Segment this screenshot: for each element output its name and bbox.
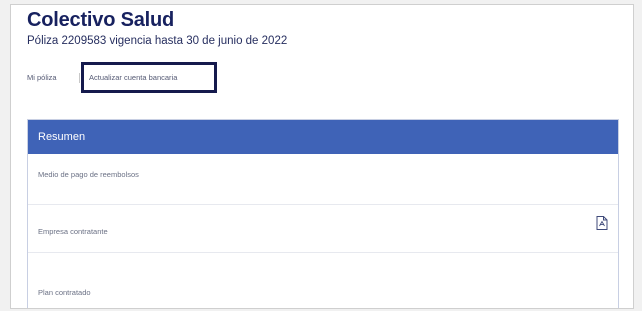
summary-row-label-empresa: Empresa contratante (38, 227, 108, 236)
document-icon[interactable] (596, 216, 608, 230)
summary-card: Resumen Medio de pago de reembolsos Empr… (27, 119, 619, 308)
row-divider (28, 204, 618, 205)
page-title: Colectivo Salud (27, 9, 175, 31)
summary-row-label-medio-de-pago: Medio de pago de reembolsos (38, 170, 139, 179)
highlight-annotation-box (81, 62, 217, 93)
policy-page: Colectivo Salud Póliza 2209583 vigencia … (10, 4, 634, 309)
nav-separator (79, 73, 80, 83)
summary-row-label-plan: Plan contratado (38, 288, 91, 297)
policy-subtitle: Póliza 2209583 vigencia hasta 30 de juni… (27, 35, 288, 47)
nav-item-mi-poliza[interactable]: Mi póliza (27, 73, 57, 82)
summary-card-header: Resumen (28, 120, 618, 154)
row-divider (28, 252, 618, 253)
